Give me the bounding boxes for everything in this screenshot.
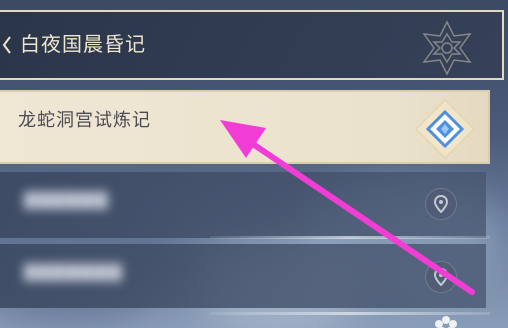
quest-item[interactable]: ▇▇▇▇▇▇ bbox=[0, 172, 486, 238]
quest-menu-screen: 白夜国晨昏记 龙蛇洞宫试炼记 ▇▇▇▇▇▇ ▇▇▇▇▇▇▇ bbox=[0, 0, 508, 328]
flower-icon bbox=[435, 316, 457, 328]
quest-title-blurred: ▇▇▇▇▇▇▇ bbox=[24, 262, 123, 282]
quest-item[interactable]: ▇▇▇▇▇▇▇ bbox=[0, 244, 486, 308]
map-pin-icon[interactable] bbox=[426, 189, 456, 219]
quest-title: 龙蛇洞宫试炼记 bbox=[18, 110, 151, 131]
chevron-left-icon bbox=[2, 36, 11, 54]
quest-diamond-icon bbox=[415, 99, 475, 159]
chapter-emblem-icon bbox=[422, 20, 472, 76]
map-pin-icon[interactable] bbox=[426, 262, 456, 292]
chapter-header[interactable]: 白夜国晨昏记 bbox=[0, 10, 504, 80]
divider bbox=[210, 236, 490, 239]
chapter-title: 白夜国晨昏记 bbox=[20, 32, 146, 56]
quest-title-blurred: ▇▇▇▇▇▇ bbox=[24, 190, 109, 210]
quest-item-selected[interactable]: 龙蛇洞宫试炼记 bbox=[0, 90, 490, 164]
